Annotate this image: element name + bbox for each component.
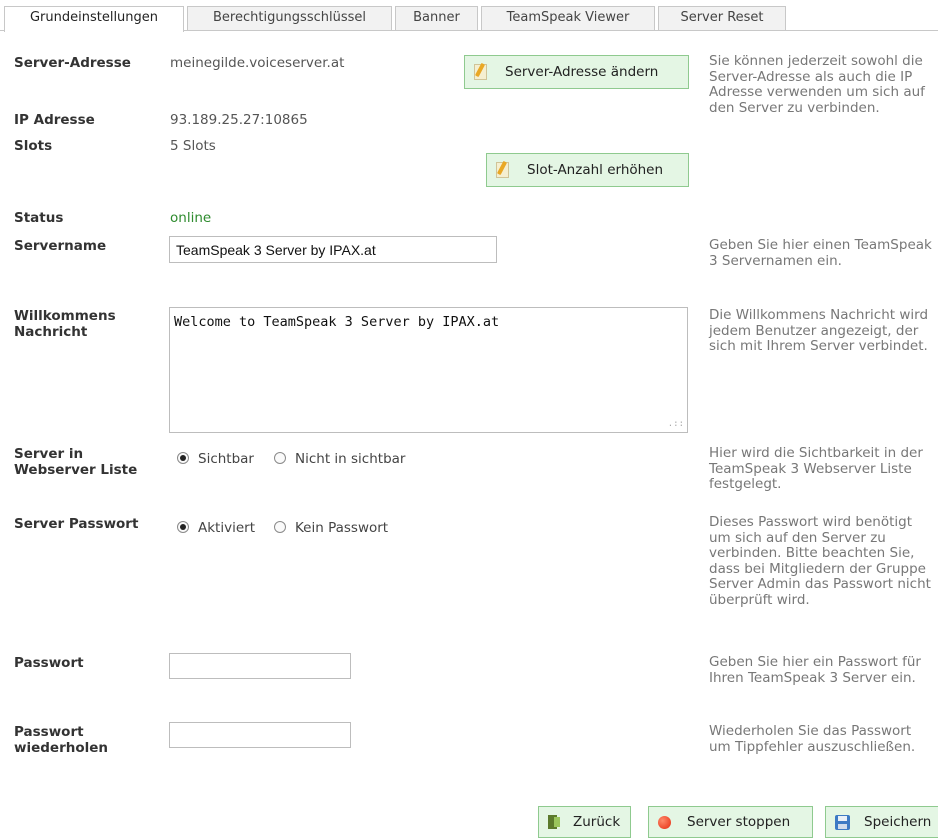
tab-teamspeak-viewer[interactable]: TeamSpeak Viewer (481, 6, 655, 30)
back-button-label: Zurück (573, 814, 621, 830)
change-server-address-label: Server-Adresse ändern (505, 64, 659, 80)
password-input[interactable] (169, 653, 351, 679)
increase-slots-label: Slot-Anzahl erhöhen (527, 162, 664, 178)
stop-icon (658, 815, 671, 829)
password-repeat-label-line2: wiederholen (14, 740, 109, 756)
password-label: Passwort (14, 655, 84, 671)
status-label: Status (14, 210, 64, 226)
password-enabled-label[interactable]: Aktiviert (198, 520, 255, 536)
server-password-help: Dieses Passwort wird benötigt um sich au… (709, 514, 931, 608)
welcome-message-help: Die Willkommens Nachricht wird jedem Ben… (709, 307, 929, 354)
webserver-list-help: Hier wird die Sichtbarkeit in der TeamSp… (709, 445, 923, 492)
password-help: Geben Sie hier ein Passwort für Ihren Te… (709, 654, 921, 686)
ip-address-value: 93.189.25.27:10865 (170, 112, 308, 128)
webserver-visible-label[interactable]: Sichtbar (198, 451, 254, 467)
server-address-label: Server-Adresse (14, 55, 131, 71)
password-disabled-radio[interactable] (274, 521, 286, 533)
server-address-help: Sie können jederzeit sowohl die Server-A… (709, 53, 925, 116)
server-name-input[interactable] (169, 236, 497, 263)
tab-berechtigungsschluessel[interactable]: Berechtigungsschlüssel (187, 6, 392, 30)
save-button[interactable]: Speichern (825, 806, 938, 838)
tab-grundeinstellungen[interactable]: Grundeinstellungen (4, 6, 184, 32)
server-address-value: meinegilde.voiceserver.at (170, 55, 345, 71)
password-repeat-help: Wiederholen Sie das Passwort um Tippfehl… (709, 723, 916, 755)
welcome-message-label-line1: Willkommens (14, 308, 116, 324)
webserver-hidden-label[interactable]: Nicht in sichtbar (295, 451, 405, 467)
edit-pencil-icon (474, 64, 487, 80)
webserver-list-label-line1: Server in (14, 446, 84, 462)
exit-door-icon (547, 814, 561, 830)
stop-server-button[interactable]: Server stoppen (648, 806, 813, 838)
password-repeat-input[interactable] (169, 722, 351, 748)
webserver-hidden-radio[interactable] (274, 452, 286, 464)
server-password-label: Server Passwort (14, 516, 139, 532)
tab-bar: Grundeinstellungen Berechtigungsschlüsse… (0, 0, 938, 32)
change-server-address-button[interactable]: Server-Adresse ändern (464, 55, 689, 89)
slots-label: Slots (14, 138, 53, 154)
welcome-message-label-line2: Nachricht (14, 324, 88, 340)
password-disabled-label[interactable]: Kein Passwort (295, 520, 388, 536)
slots-value: 5 Slots (170, 138, 216, 154)
save-button-label: Speichern (864, 814, 932, 830)
stop-server-label: Server stoppen (687, 814, 791, 830)
tab-banner[interactable]: Banner (395, 6, 478, 30)
ip-address-label: IP Adresse (14, 112, 95, 128)
welcome-message-text: Welcome to TeamSpeak 3 Server by IPAX.at (174, 314, 500, 330)
tab-server-reset[interactable]: Server Reset (658, 6, 786, 30)
resize-grip-icon[interactable]: .:: (668, 419, 684, 429)
status-value: online (170, 210, 212, 226)
server-name-label: Servername (14, 238, 107, 254)
webserver-list-label-line2: Webserver Liste (14, 462, 138, 478)
password-repeat-label-line1: Passwort (14, 724, 84, 740)
password-enabled-radio[interactable] (177, 521, 189, 533)
increase-slots-button[interactable]: Slot-Anzahl erhöhen (486, 153, 689, 187)
edit-pencil-icon (496, 162, 509, 178)
save-floppy-icon (835, 814, 850, 830)
webserver-visible-radio[interactable] (177, 452, 189, 464)
welcome-message-textarea[interactable]: Welcome to TeamSpeak 3 Server by IPAX.at… (169, 307, 688, 433)
server-name-help: Geben Sie hier einen TeamSpeak 3 Servern… (709, 237, 932, 269)
back-button[interactable]: Zurück (538, 806, 631, 838)
